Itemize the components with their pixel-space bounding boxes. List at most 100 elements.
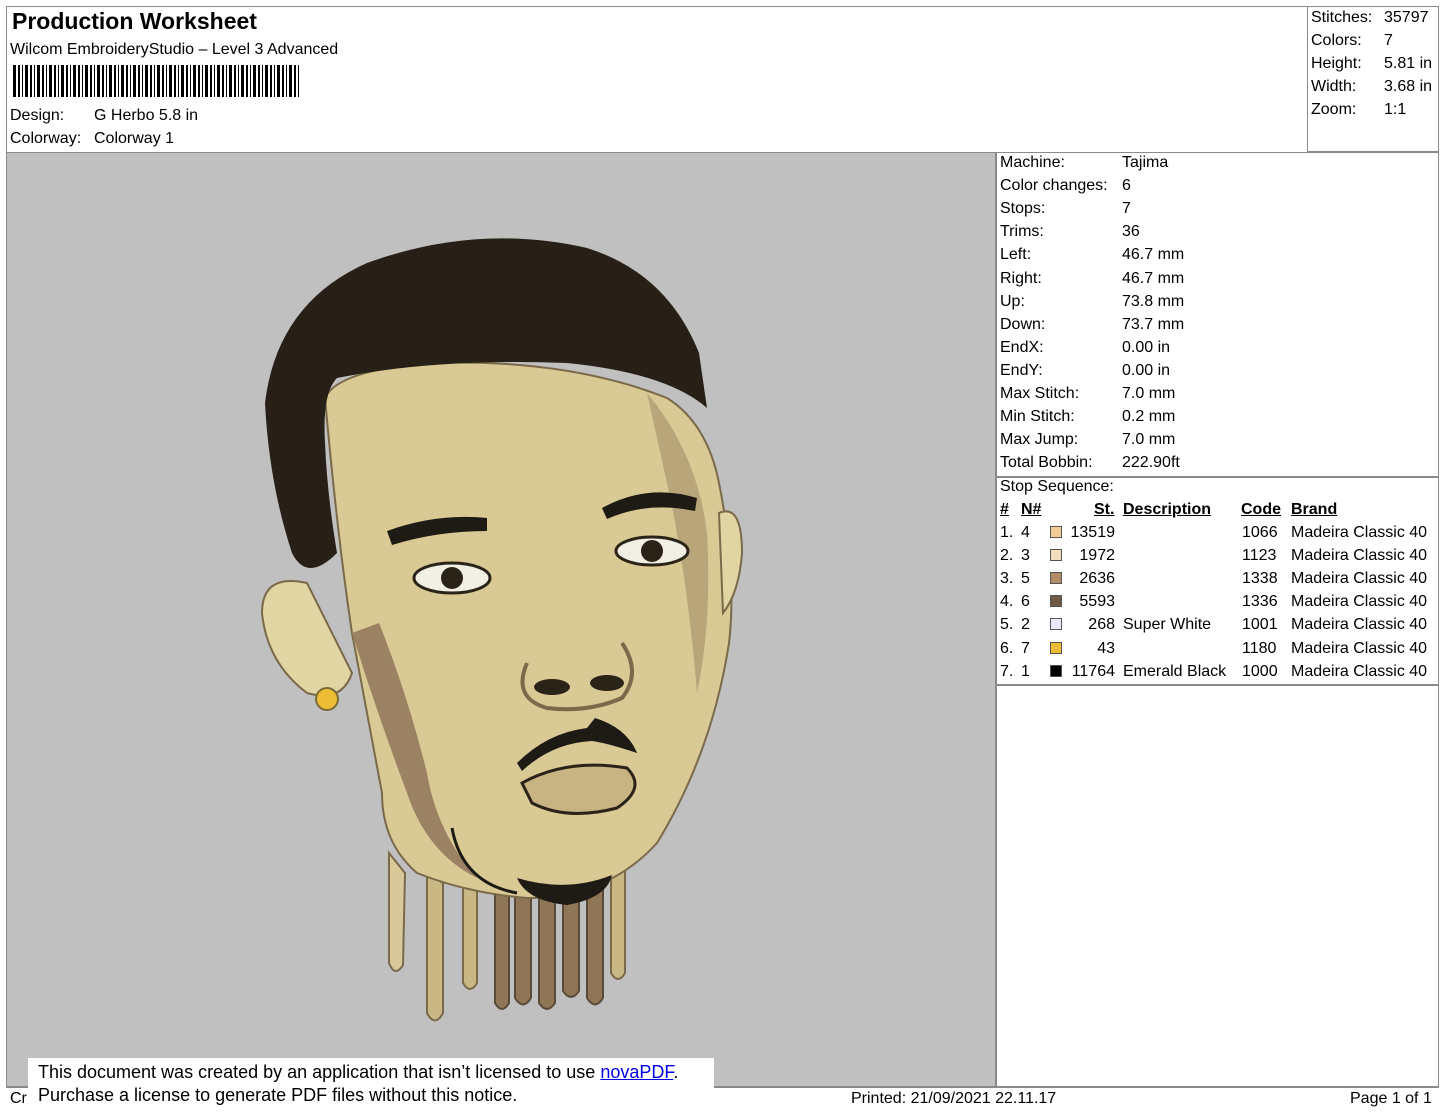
info-label: Stops: (1000, 200, 1046, 218)
row-stitches: 1972 (1079, 547, 1115, 565)
info-value: 0.2 mm (1122, 408, 1176, 426)
col-header-description: Description (1123, 501, 1212, 518)
info-value: 7.0 mm (1122, 431, 1176, 449)
info-value: 0.00 in (1122, 338, 1171, 356)
row-code: 1338 (1242, 570, 1278, 588)
row-brand: Madeira Classic 40 (1291, 593, 1428, 611)
row-code: 1336 (1242, 593, 1278, 611)
info-value: 36 (1122, 223, 1140, 241)
col-header-code: Code (1241, 501, 1281, 518)
row-needle: 7 (1021, 639, 1030, 657)
info-label: EndX: (1000, 338, 1044, 356)
row-brand: Madeira Classic 40 (1291, 547, 1428, 565)
info-value: 46.7 mm (1122, 269, 1185, 287)
info-value: 46.7 mm (1122, 246, 1185, 264)
info-value: 73.7 mm (1122, 315, 1185, 333)
notice-line-1: This document was created by an applicat… (38, 1062, 678, 1083)
info-value: 7 (1122, 200, 1131, 218)
row-stitches: 5593 (1079, 593, 1115, 611)
height-label: Height: (1311, 55, 1362, 72)
info-label: Total Bobbin: (1000, 454, 1093, 472)
info-label: EndY: (1000, 361, 1043, 379)
novapdf-link[interactable]: novaPDF (600, 1062, 673, 1082)
width-value: 3.68 in (1384, 78, 1433, 95)
notice-line-2: Purchase a license to generate PDF files… (38, 1085, 518, 1105)
info-label: Left: (1000, 246, 1032, 264)
row-needle: 5 (1021, 570, 1030, 588)
notice-text: This document was created by an applicat… (38, 1062, 601, 1082)
row-index: 5. (1000, 616, 1014, 634)
color-swatch (1050, 618, 1062, 631)
color-swatch (1050, 549, 1062, 562)
page-number: Page 1 of 1 (1350, 1090, 1432, 1107)
info-value: 73.8 mm (1122, 292, 1185, 310)
info-label: Max Stitch: (1000, 385, 1080, 402)
earring-icon (315, 687, 339, 711)
width-label: Width: (1311, 78, 1357, 95)
col-header-brand: Brand (1291, 501, 1338, 518)
col-header-stitches: St. (1094, 501, 1115, 518)
height-value: 5.81 in (1384, 55, 1433, 72)
row-index: 7. (1000, 662, 1014, 680)
printed-timestamp: Printed: 21/09/2021 22.11.17 (851, 1090, 1057, 1107)
row-stitches: 11764 (1071, 662, 1115, 680)
row-brand: Madeira Classic 40 (1291, 524, 1428, 541)
row-code: 1001 (1242, 616, 1278, 634)
row-brand: Madeira Classic 40 (1291, 616, 1428, 634)
machine-info-panel: Machine: Tajima Color changes: 6 Stops: 7 Trim… (996, 152, 1439, 477)
row-stitches: 2636 (1079, 570, 1115, 588)
row-needle: 1 (1021, 662, 1030, 680)
right-ear (717, 510, 744, 616)
colors-value: 7 (1384, 32, 1393, 49)
design-preview (6, 152, 996, 1087)
info-label: Machine: (1000, 154, 1065, 171)
color-swatch (1050, 526, 1062, 538)
info-label: Max Jump: (1000, 431, 1079, 449)
info-label: Up: (1000, 292, 1025, 310)
embroidery-portrait-image (260, 238, 744, 1022)
zoom-label: Zoom: (1311, 101, 1357, 118)
left-ear (260, 580, 354, 697)
info-value: Tajima (1122, 154, 1169, 171)
color-swatch (1050, 641, 1062, 654)
info-value: 7.0 mm (1122, 385, 1176, 402)
row-index: 2. (1000, 547, 1014, 565)
info-label: Down: (1000, 315, 1046, 333)
row-code: 1123 (1242, 547, 1277, 565)
notes-panel (996, 685, 1439, 1087)
row-code: 1000 (1242, 662, 1278, 680)
col-header-needle: N# (1021, 501, 1042, 518)
color-swatch (1050, 572, 1062, 585)
zoom-value: 1:1 (1384, 101, 1407, 118)
info-label: Trims: (1000, 223, 1044, 241)
row-index: 6. (1000, 639, 1014, 657)
info-label: Min Stitch: (1000, 408, 1075, 426)
notice-period: . (673, 1062, 679, 1082)
stitches-label: Stitches: (1311, 9, 1373, 26)
row-needle: 2 (1021, 616, 1030, 634)
info-value: 0.00 in (1122, 361, 1171, 379)
row-code: 1180 (1242, 639, 1277, 657)
row-brand: Madeira Classic 40 (1291, 570, 1428, 588)
stitches-value: 35797 (1384, 9, 1429, 26)
row-description: Super White (1123, 616, 1212, 634)
row-stitches: 13519 (1070, 524, 1116, 541)
header-frame (6, 6, 1308, 153)
row-stitches: 43 (1097, 639, 1115, 657)
row-index: 1. (1000, 524, 1014, 541)
row-brand: Madeira Classic 40 (1291, 639, 1428, 657)
stop-sequence-title: Stop Sequence: (1000, 478, 1114, 495)
info-value: 6 (1122, 177, 1131, 195)
row-needle: 4 (1021, 524, 1030, 541)
summary-stats-panel: Stitches: 35797 Colors: 7 Height: 5.81 i… (1307, 6, 1439, 152)
row-index: 3. (1000, 570, 1014, 588)
row-needle: 6 (1021, 593, 1030, 611)
color-swatch (1050, 664, 1062, 677)
info-value: 222.90ft (1122, 454, 1180, 472)
stop-sequence-panel: Stop Sequence: # N# St. Description Code… (996, 477, 1439, 685)
row-code: 1066 (1242, 524, 1278, 541)
col-header-index: # (1000, 501, 1009, 518)
row-needle: 3 (1021, 547, 1030, 565)
row-stitches: 268 (1088, 616, 1115, 634)
row-brand: Madeira Classic 40 (1291, 662, 1428, 680)
